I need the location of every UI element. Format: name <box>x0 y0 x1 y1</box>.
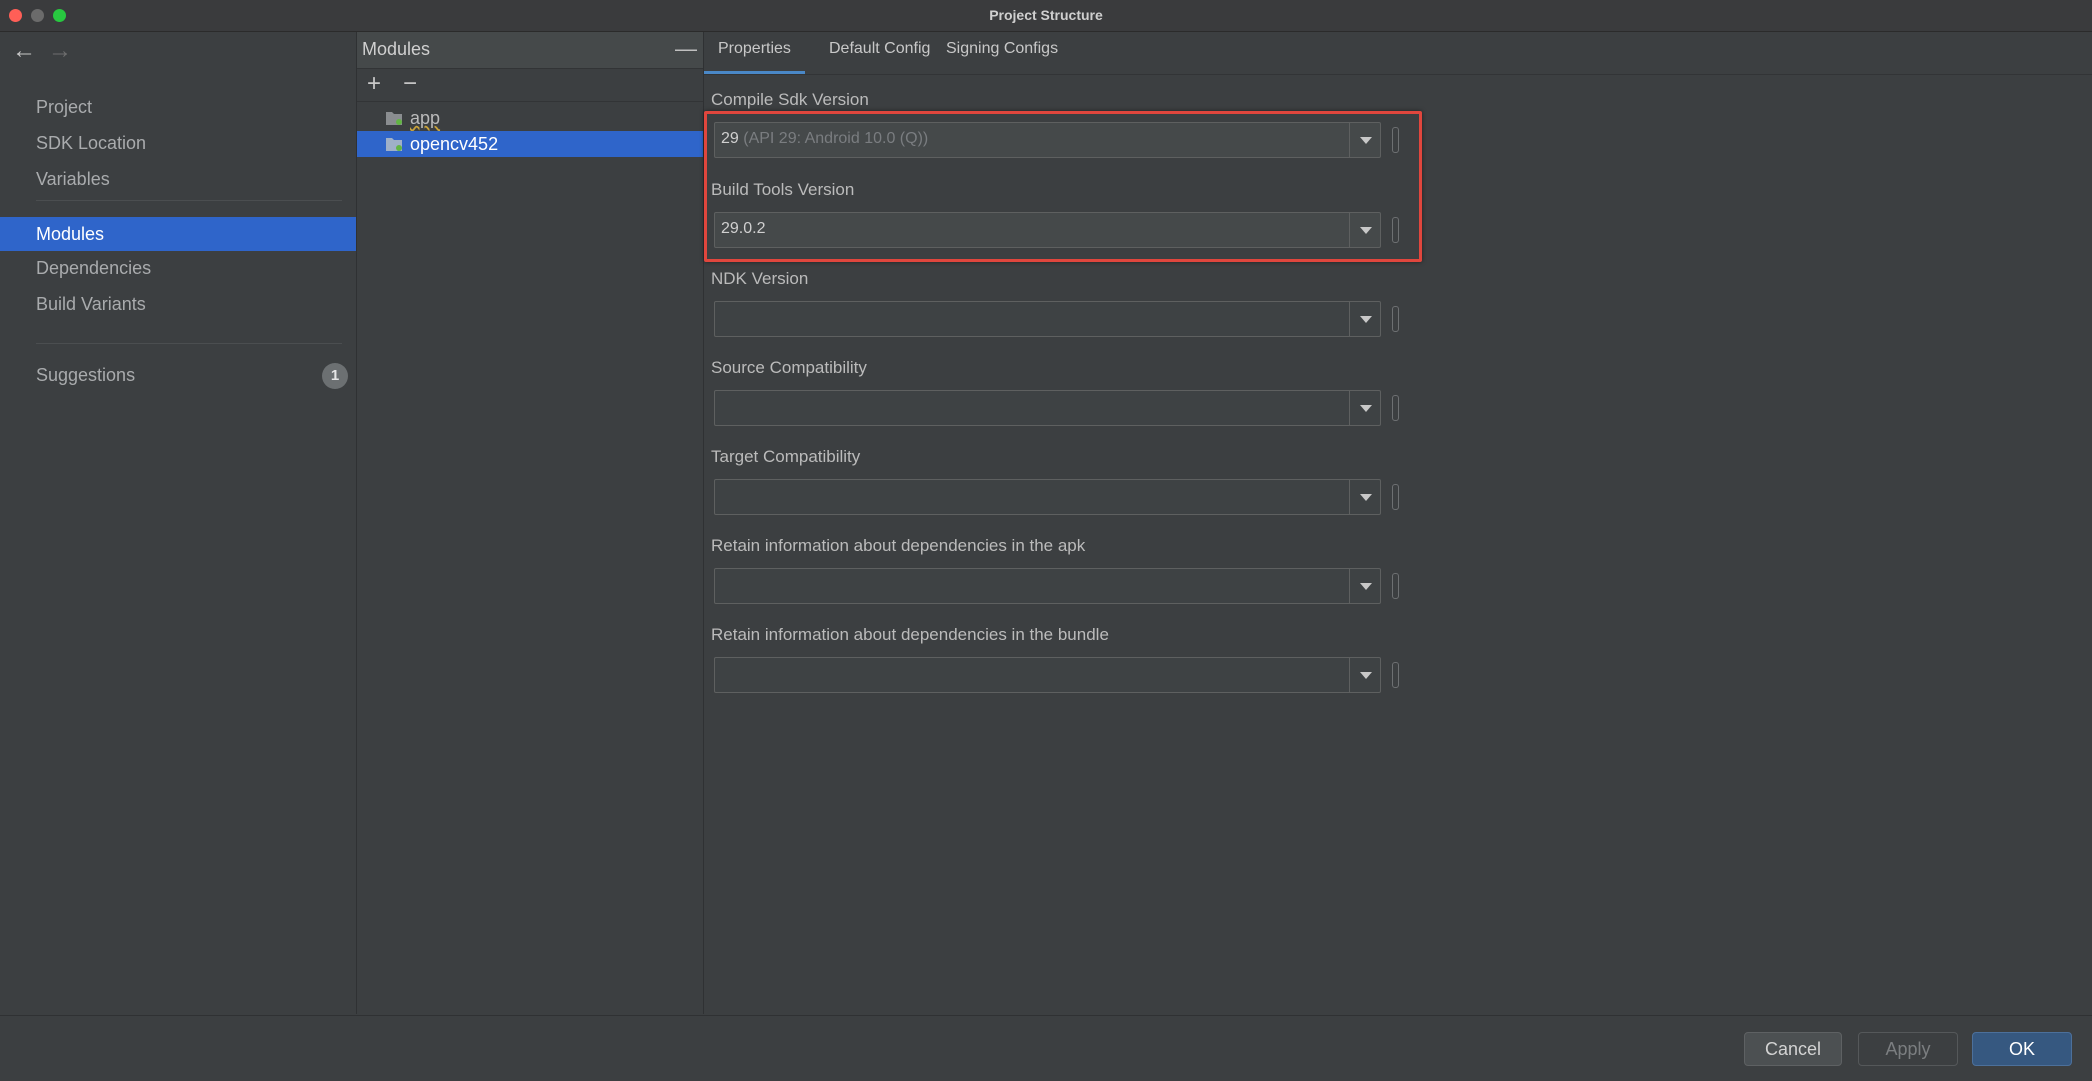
annotation-highlight-box <box>704 111 1422 262</box>
nav-item-label: Modules <box>36 224 105 244</box>
tab-signing-configs[interactable]: Signing Configs <box>936 32 1068 71</box>
retain-info-apk-combo[interactable] <box>714 568 1381 604</box>
modules-header: Modules — <box>357 32 703 69</box>
source-compatibility-combo[interactable] <box>714 390 1381 426</box>
properties-panel: Properties Default Config Signing Config… <box>704 32 2092 1014</box>
nav-divider <box>36 343 342 344</box>
nav-item-dependencies[interactable]: Dependencies <box>0 251 356 285</box>
forward-arrow-icon[interactable]: → <box>48 38 72 64</box>
module-item-opencv452[interactable]: opencv452 <box>357 131 703 157</box>
left-navigation: ← → Project SDK Location Variables Modul… <box>0 32 357 1014</box>
remove-module-icon[interactable]: − <box>403 69 417 99</box>
dropdown-arrow-icon[interactable] <box>1349 302 1380 336</box>
modules-title: Modules <box>362 39 431 59</box>
nav-item-label: Variables <box>36 169 110 189</box>
add-module-icon[interactable]: + <box>367 69 381 99</box>
edit-expression-icon[interactable] <box>1392 306 1399 332</box>
module-item-app[interactable]: app <box>357 105 703 131</box>
suggestions-count-badge: 1 <box>322 363 348 389</box>
back-arrow-icon[interactable]: ← <box>12 38 36 64</box>
dropdown-arrow-icon[interactable] <box>1349 569 1380 603</box>
tab-bar: Properties Default Config Signing Config… <box>704 32 2092 75</box>
dropdown-arrow-icon[interactable] <box>1349 658 1380 692</box>
nav-item-suggestions[interactable]: Suggestions 1 <box>0 358 356 392</box>
target-compatibility-label: Target Compatibility <box>711 447 861 466</box>
dropdown-arrow-icon[interactable] <box>1349 480 1380 514</box>
collapse-panel-icon[interactable]: — <box>675 36 697 62</box>
ndk-version-combo[interactable] <box>714 301 1381 337</box>
edit-expression-icon[interactable] <box>1392 573 1399 599</box>
nav-item-project[interactable]: Project <box>0 90 356 124</box>
retain-info-apk-label: Retain information about dependencies in… <box>711 536 1086 555</box>
retain-info-bundle-label: Retain information about dependencies in… <box>711 625 1109 644</box>
nav-item-modules[interactable]: Modules <box>0 217 356 251</box>
nav-divider <box>36 200 342 201</box>
module-folder-icon <box>386 138 402 151</box>
module-folder-icon <box>386 112 402 125</box>
cancel-button[interactable]: Cancel <box>1744 1032 1842 1066</box>
modules-toolbar: + − <box>357 69 703 102</box>
retain-info-bundle-combo[interactable] <box>714 657 1381 693</box>
nav-item-sdk-location[interactable]: SDK Location <box>0 126 356 160</box>
edit-expression-icon[interactable] <box>1392 662 1399 688</box>
nav-item-label: Project <box>36 97 93 117</box>
tab-default-config[interactable]: Default Config <box>819 32 940 71</box>
nav-item-label: Suggestions <box>36 365 136 385</box>
tab-properties[interactable]: Properties <box>704 32 805 74</box>
nav-item-build-variants[interactable]: Build Variants <box>0 287 356 321</box>
dialog-button-bar: Cancel Apply OK <box>0 1015 2092 1081</box>
ok-button[interactable]: OK <box>1972 1032 2072 1066</box>
nav-item-label: Build Variants <box>36 294 146 314</box>
ndk-version-label: NDK Version <box>711 269 809 288</box>
target-compatibility-combo[interactable] <box>714 479 1381 515</box>
compile-sdk-version-label: Compile Sdk Version <box>711 90 869 109</box>
dropdown-arrow-icon[interactable] <box>1349 391 1380 425</box>
title-bar: Project Structure <box>0 0 2092 32</box>
nav-item-label: Dependencies <box>36 258 152 278</box>
modules-panel: Modules — + − app opencv452 <box>357 32 704 1014</box>
edit-expression-icon[interactable] <box>1392 484 1399 510</box>
edit-expression-icon[interactable] <box>1392 395 1399 421</box>
nav-item-label: SDK Location <box>36 133 147 153</box>
module-label: app <box>410 108 441 128</box>
window-title: Project Structure <box>989 7 1103 23</box>
source-compatibility-label: Source Compatibility <box>711 358 867 377</box>
nav-item-variables[interactable]: Variables <box>0 162 356 196</box>
project-structure-window: Project Structure ← → Project SDK Locati… <box>0 0 2092 1081</box>
module-label: opencv452 <box>410 134 499 154</box>
apply-button[interactable]: Apply <box>1858 1032 1958 1066</box>
